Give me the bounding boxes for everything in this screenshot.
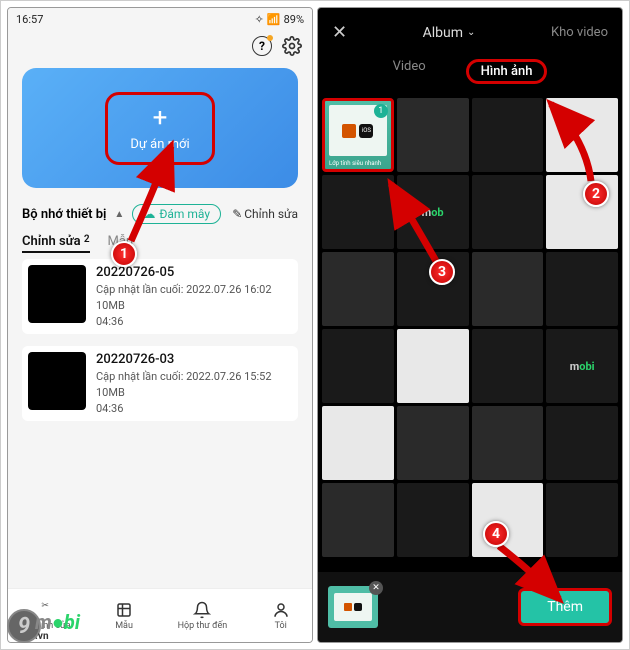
media-thumbnail[interactable] xyxy=(546,98,618,172)
settings-icon[interactable] xyxy=(282,36,302,56)
cloud-icon: ☁ xyxy=(143,207,155,221)
tab-image[interactable]: Hình ảnh xyxy=(466,59,548,84)
nav-template[interactable]: Mẫu xyxy=(115,601,133,631)
project-name: 20220726-05 xyxy=(96,265,272,280)
nav-me[interactable]: Tôi xyxy=(272,601,290,631)
storage-title[interactable]: Bộ nhớ thiết bị xyxy=(22,207,106,222)
chevron-up-icon[interactable]: ▲ xyxy=(114,209,124,220)
left-phone: 16:57 ✧ 📶 89% ? + Dự án mới Bộ nhớ thiết… xyxy=(7,7,313,643)
annotation-2: 2 xyxy=(583,181,609,207)
media-thumbnail[interactable] xyxy=(397,406,469,480)
tab-edited[interactable]: Chỉnh sửa 2 xyxy=(22,234,90,249)
tab-edited-count: 2 xyxy=(84,234,90,245)
project-item[interactable]: 20220726-03 Cập nhật lần cuối: 2022.07.2… xyxy=(22,346,298,421)
media-thumbnail-selected[interactable]: 1 iOS Lớp tính siêu nhanh xyxy=(322,98,394,172)
annotation-1: 1 xyxy=(111,241,137,267)
cloud-button[interactable]: ☁ Đám mây xyxy=(132,204,221,224)
annotation-3: 3 xyxy=(429,259,455,285)
media-thumbnail[interactable] xyxy=(322,329,394,403)
annotation-4: 4 xyxy=(483,521,509,547)
media-thumbnail[interactable] xyxy=(322,175,394,249)
bell-icon xyxy=(193,601,211,619)
check-icon: 1 xyxy=(374,104,388,118)
project-updated: Cập nhật lần cuối: 2022.07.26 16:02 xyxy=(96,283,272,296)
project-duration: 04:36 xyxy=(96,402,272,415)
battery-label: 89% xyxy=(284,13,304,26)
media-thumbnail[interactable] xyxy=(472,406,544,480)
project-thumbnail xyxy=(28,352,86,410)
picker-top-bar: ✕ Album ⌄ Kho video xyxy=(318,8,622,53)
media-thumbnail[interactable] xyxy=(397,483,469,557)
selected-thumbnail[interactable]: ✕ xyxy=(328,586,378,628)
watermark: 9 m●bi .vn xyxy=(7,609,80,643)
notification-dot xyxy=(267,35,273,41)
right-phone: ✕ Album ⌄ Kho video Video Hình ảnh 1 iOS… xyxy=(317,7,623,643)
status-icons: ✧ 📶 89% xyxy=(255,13,304,26)
selection-bar: ✕ Thêm xyxy=(318,572,622,642)
project-thumbnail xyxy=(28,265,86,323)
project-list: 20220726-05 Cập nhật lần cuối: 2022.07.2… xyxy=(8,251,312,588)
new-project-hero: + Dự án mới xyxy=(22,68,298,188)
project-item[interactable]: 20220726-05 Cập nhật lần cuối: 2022.07.2… xyxy=(22,259,298,334)
project-size: 10MB xyxy=(96,386,272,399)
vibrate-icon: ✧ xyxy=(255,13,264,26)
media-thumbnail[interactable] xyxy=(546,483,618,557)
plus-icon: + xyxy=(153,105,168,131)
status-bar: 16:57 ✧ 📶 89% xyxy=(8,8,312,30)
cloud-label: Đám mây xyxy=(159,207,210,221)
user-icon xyxy=(272,601,290,619)
album-label: Album xyxy=(423,25,463,41)
top-bar: ? xyxy=(8,30,312,62)
media-thumbnail[interactable] xyxy=(546,252,618,326)
media-thumbnail[interactable] xyxy=(322,483,394,557)
media-thumbnail[interactable] xyxy=(546,406,618,480)
new-project-button[interactable]: + Dự án mới xyxy=(105,92,214,165)
close-icon[interactable]: ✕ xyxy=(332,22,347,43)
media-thumbnail[interactable] xyxy=(397,329,469,403)
project-size: 10MB xyxy=(96,299,272,312)
edit-label: Chỉnh sửa xyxy=(244,207,298,221)
new-project-label: Dự án mới xyxy=(130,137,189,152)
nav-inbox-label: Hộp thư đến xyxy=(178,621,228,631)
watermark-bi: bi xyxy=(64,610,80,634)
stock-video-link[interactable]: Kho video xyxy=(551,25,608,40)
project-duration: 04:36 xyxy=(96,315,272,328)
pencil-icon: ✎ xyxy=(232,207,242,221)
media-thumbnail[interactable] xyxy=(472,98,544,172)
remove-icon[interactable]: ✕ xyxy=(369,581,383,595)
media-thumbnail[interactable] xyxy=(472,329,544,403)
media-thumbnail[interactable]: mob xyxy=(397,175,469,249)
media-thumbnail[interactable] xyxy=(472,252,544,326)
nav-inbox[interactable]: Hộp thư đến xyxy=(178,601,228,631)
project-updated: Cập nhật lần cuối: 2022.07.26 15:52 xyxy=(96,370,272,383)
media-thumbnail[interactable] xyxy=(472,175,544,249)
signal-icon: 📶 xyxy=(267,13,281,26)
chevron-down-icon: ⌄ xyxy=(467,27,475,38)
project-name: 20220726-03 xyxy=(96,352,272,367)
media-thumbnail[interactable] xyxy=(546,175,618,249)
media-thumbnail[interactable] xyxy=(472,483,544,557)
nav-me-label: Tôi xyxy=(275,621,287,631)
media-thumbnail[interactable] xyxy=(397,98,469,172)
storage-row: Bộ nhớ thiết bị ▲ ☁ Đám mây ✎ Chỉnh sửa xyxy=(8,198,312,230)
album-dropdown[interactable]: Album ⌄ xyxy=(347,25,551,41)
thumbnail-caption: Lớp tính siêu nhanh xyxy=(325,160,391,169)
media-thumbnail[interactable]: mobi xyxy=(546,329,618,403)
help-icon[interactable]: ? xyxy=(252,36,272,56)
media-tabs: Video Hình ảnh xyxy=(318,53,622,94)
status-time: 16:57 xyxy=(16,13,43,26)
nav-template-label: Mẫu xyxy=(115,621,133,631)
media-thumbnail[interactable] xyxy=(322,252,394,326)
media-grid: 1 iOS Lớp tính siêu nhanh mob mobi xyxy=(318,94,622,572)
template-icon xyxy=(115,601,133,619)
tab-edited-label: Chỉnh sửa xyxy=(22,234,81,249)
media-thumbnail[interactable] xyxy=(322,406,394,480)
project-tabs: Chỉnh sửa 2 Mẫu xyxy=(8,230,312,251)
add-button[interactable]: Thêm xyxy=(518,588,612,626)
edit-link[interactable]: ✎ Chỉnh sửa xyxy=(232,207,298,221)
tab-video[interactable]: Video xyxy=(393,59,426,84)
